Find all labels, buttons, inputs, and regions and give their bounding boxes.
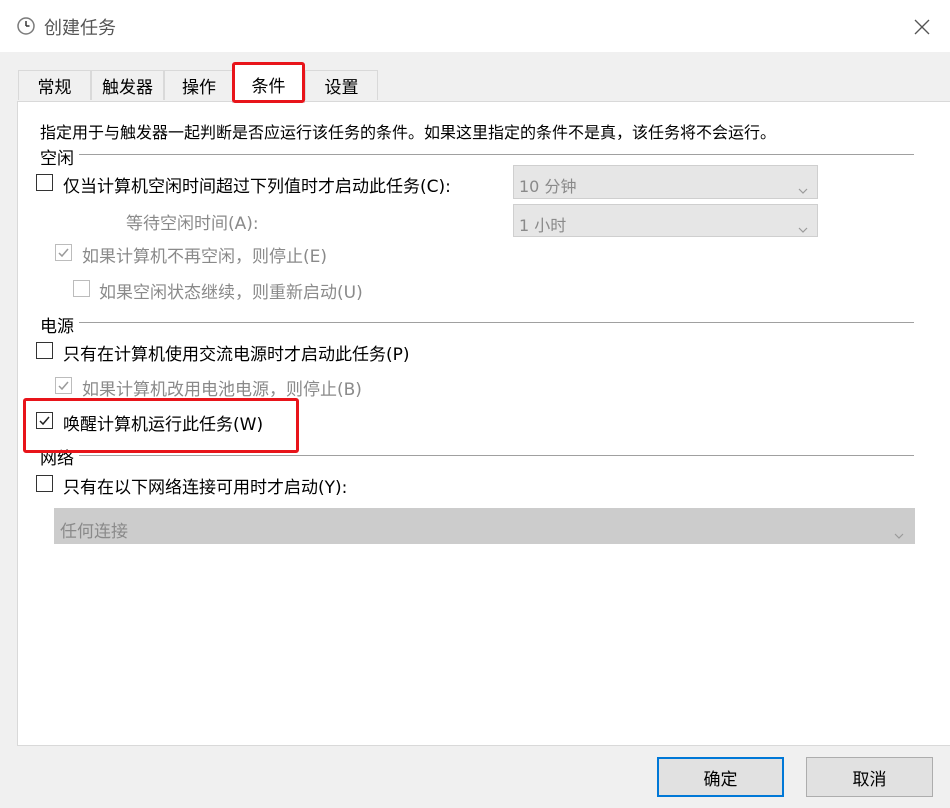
start-if-idle-label: 仅当计算机空闲时间超过下列值时才启动此任务(C):: [63, 177, 451, 197]
restart-if-idle-label: 如果空闲状态继续，则重新启动(U): [99, 283, 363, 303]
tab-general[interactable]: 常规: [18, 70, 91, 100]
tab-actions[interactable]: 操作: [164, 70, 234, 100]
stop-if-not-idle-checkbox[interactable]: [55, 244, 72, 261]
network-group-label: 网络: [40, 449, 74, 469]
ac-power-only-label: 只有在计算机使用交流电源时才启动此任务(P): [63, 345, 410, 365]
ac-power-only-checkbox[interactable]: [36, 342, 53, 359]
start-if-idle-checkbox[interactable]: [36, 174, 53, 191]
network-group-divider: [79, 455, 914, 456]
wait-idle-label: 等待空闲时间(A):: [126, 214, 259, 234]
task-scheduler-clock-icon: [17, 17, 35, 35]
title-bar: 创建任务: [0, 0, 950, 52]
ok-button[interactable]: 确定: [657, 757, 784, 797]
stop-on-battery-checkbox[interactable]: [55, 377, 72, 394]
tab-settings[interactable]: 设置: [305, 70, 378, 100]
restart-if-idle-checkbox[interactable]: [73, 280, 90, 297]
chevron-down-icon: [894, 524, 904, 543]
close-button[interactable]: [900, 8, 944, 46]
conditions-description: 指定用于与触发器一起判断是否应运行该任务的条件。如果这里指定的条件不是真，该任务…: [40, 123, 777, 142]
wake-to-run-label: 唤醒计算机运行此任务(W): [63, 415, 264, 435]
network-only-label: 只有在以下网络连接可用时才启动(Y):: [63, 478, 348, 498]
checkmark-icon: [58, 248, 69, 258]
chevron-down-icon: [798, 179, 808, 198]
close-icon: [914, 19, 930, 35]
power-group-label: 电源: [40, 317, 74, 337]
idle-duration-select[interactable]: 10 分钟: [513, 165, 818, 199]
cancel-button[interactable]: 取消: [806, 757, 933, 797]
wait-duration-value: 1 小时: [519, 216, 567, 235]
wait-duration-select[interactable]: 1 小时: [513, 204, 818, 237]
power-group-divider: [79, 322, 914, 323]
chevron-down-icon: [798, 218, 808, 237]
tab-triggers[interactable]: 触发器: [91, 70, 164, 100]
idle-group-divider: [79, 154, 914, 155]
network-only-checkbox[interactable]: [36, 475, 53, 492]
wake-to-run-checkbox[interactable]: [36, 412, 53, 429]
network-connection-value: 任何连接: [60, 522, 128, 542]
idle-group-label: 空闲: [40, 149, 74, 169]
stop-on-battery-label: 如果计算机改用电池电源，则停止(B): [82, 380, 362, 400]
checkmark-icon: [39, 416, 50, 426]
tab-conditions[interactable]: 条件: [232, 64, 305, 103]
idle-duration-value: 10 分钟: [519, 177, 577, 196]
window-title: 创建任务: [44, 18, 116, 39]
network-connection-select[interactable]: 任何连接: [54, 508, 915, 544]
checkmark-icon: [58, 381, 69, 391]
stop-if-not-idle-label: 如果计算机不再空闲，则停止(E): [82, 247, 328, 267]
